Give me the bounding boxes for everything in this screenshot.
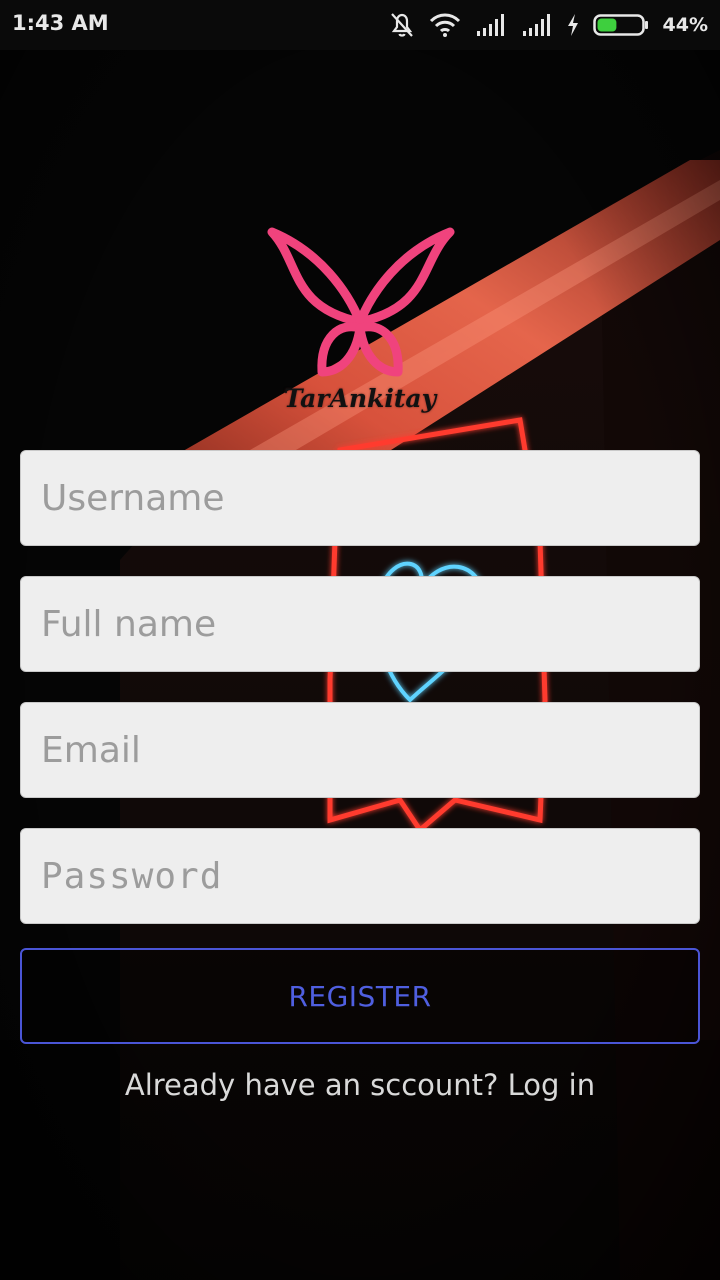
charging-icon [567,13,579,37]
fullname-input[interactable] [21,577,699,671]
wifi-icon [429,12,461,38]
battery-percent: 44% [662,14,708,36]
fullname-field[interactable] [20,576,700,672]
password-field[interactable] [20,828,700,924]
status-time: 1:43 AM [12,11,109,35]
status-bar: 1:43 AM 44% [0,0,720,50]
register-screen: 1:43 AM 44% TarAnkitay Username Full nam… [0,0,720,1280]
username-input[interactable] [21,451,699,545]
email-input[interactable] [21,703,699,797]
status-icons: 44% [389,10,708,40]
username-field[interactable] [20,450,700,546]
signal-icon [475,13,507,37]
mute-icon [389,11,415,39]
register-button[interactable]: REGISTER [20,948,700,1044]
login-link[interactable]: Already have an sccount? Log in [0,1068,720,1102]
email-field[interactable] [20,702,700,798]
battery-icon [592,13,649,37]
password-input[interactable] [21,829,699,923]
brand-name: TarAnkitay [283,384,437,413]
signal-icon [521,13,553,37]
